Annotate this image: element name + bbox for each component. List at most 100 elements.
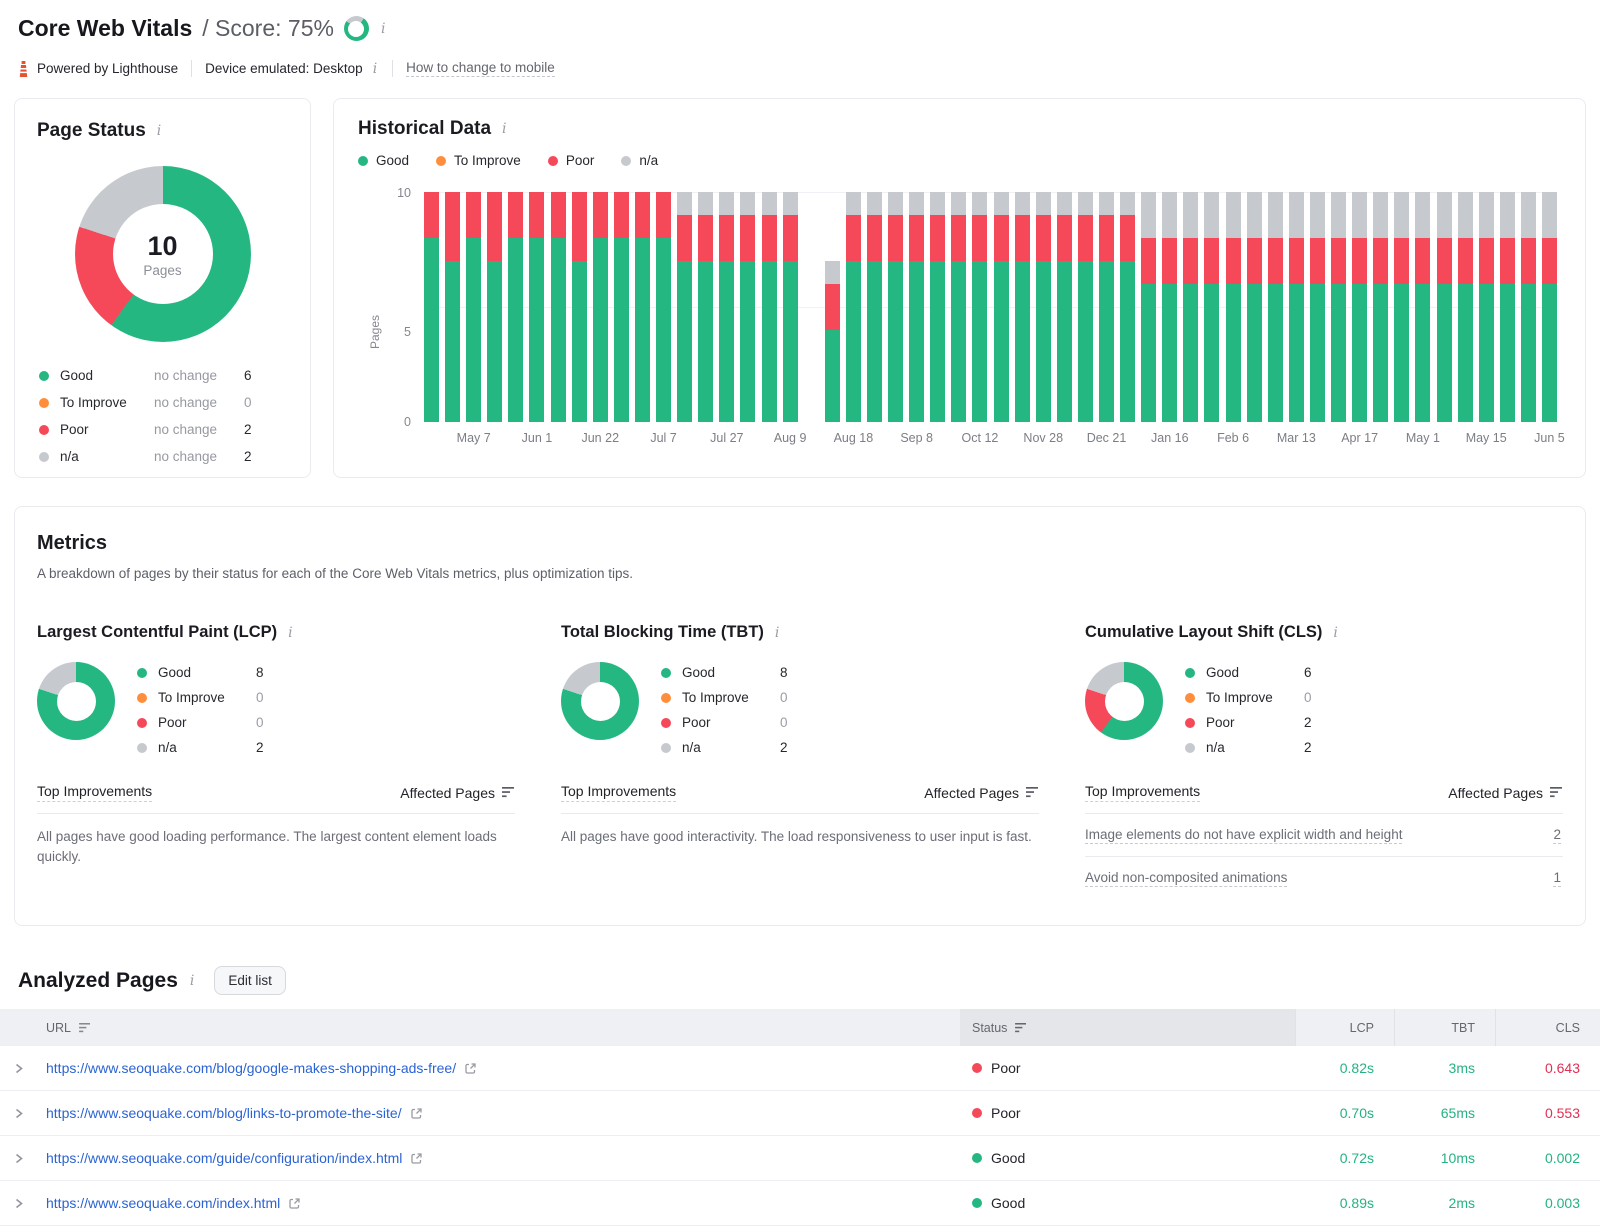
- bar: [1457, 192, 1473, 422]
- poor-segment: [1331, 238, 1347, 284]
- na-segment: [1141, 192, 1157, 238]
- url-cell: https://www.seoquake.com/index.html: [36, 1195, 960, 1211]
- info-icon[interactable]: i: [773, 626, 781, 640]
- info-icon[interactable]: i: [379, 22, 387, 36]
- row-expand-chevron[interactable]: [0, 1197, 36, 1210]
- improvement-link[interactable]: Avoid non-composited animations: [1085, 870, 1288, 887]
- url-cell: https://www.seoquake.com/blog/google-mak…: [36, 1060, 960, 1076]
- row-expand-chevron[interactable]: [0, 1062, 36, 1075]
- bar: Jun 5: [1534, 192, 1565, 445]
- tbt-column-header[interactable]: TBT: [1394, 1009, 1495, 1046]
- poor-segment: [656, 192, 672, 238]
- info-icon[interactable]: i: [286, 626, 294, 640]
- legend-item: n/a 2: [661, 740, 788, 755]
- na-segment: [782, 192, 798, 215]
- improvement-link[interactable]: Image elements do not have explicit widt…: [1085, 827, 1403, 844]
- na-segment: [1035, 192, 1051, 215]
- cls-value: 0.553: [1544, 1105, 1580, 1121]
- good-segment: [1309, 284, 1325, 422]
- status-column-header[interactable]: Status: [960, 1009, 1295, 1046]
- sort-icon: [502, 787, 514, 798]
- page-url-link[interactable]: https://www.seoquake.com/blog/links-to-p…: [46, 1105, 402, 1121]
- info-icon[interactable]: i: [1331, 626, 1339, 640]
- good-segment: [1478, 284, 1494, 422]
- na-segment: [951, 192, 967, 215]
- x-axis-label: May 15: [1465, 431, 1507, 445]
- legend-item: Good no change 6: [39, 368, 286, 383]
- legend-value: 0: [780, 690, 788, 705]
- metric-lcp: Largest Contentful Paint (LCP) i Good 8 To…: [37, 623, 515, 899]
- legend-label: Poor: [1206, 715, 1235, 730]
- bar: Dec 21: [1087, 192, 1126, 445]
- legend-item: To Improve 0: [137, 690, 264, 705]
- page-title: Core Web Vitals: [18, 15, 193, 41]
- affected-pages-count[interactable]: 2: [1553, 827, 1561, 844]
- good-segment: [1246, 284, 1262, 422]
- legend-label: n/a: [1206, 740, 1225, 755]
- legend-label: Good: [376, 153, 410, 168]
- good-segment: [888, 261, 904, 422]
- lcp-value: 0.72s: [1339, 1150, 1374, 1166]
- bar: [930, 192, 946, 422]
- info-icon[interactable]: i: [500, 122, 508, 136]
- page-url-link[interactable]: https://www.seoquake.com/blog/google-mak…: [46, 1060, 456, 1076]
- url-column-header[interactable]: URL: [36, 1021, 960, 1035]
- y-tick-0: 0: [404, 415, 411, 429]
- score-ring-chart: [343, 16, 369, 41]
- poor-dot-icon: [39, 424, 49, 435]
- affected-pages-sort[interactable]: Affected Pages: [400, 785, 515, 801]
- top-improvements-header[interactable]: Top Improvements: [561, 783, 677, 802]
- legend-item: n/a no change 2: [39, 449, 286, 464]
- good-segment: [1352, 284, 1368, 422]
- na-segment: [1077, 192, 1093, 215]
- external-link-icon[interactable]: [410, 1152, 423, 1165]
- external-link-icon[interactable]: [288, 1197, 301, 1210]
- x-axis-label: May 1: [1405, 431, 1440, 445]
- na-dot-icon: [621, 155, 632, 166]
- legend-label: n/a: [639, 153, 659, 168]
- poor-segment: [1499, 238, 1515, 284]
- donut-center: 10 Pages: [75, 166, 251, 342]
- edit-list-button[interactable]: Edit list: [214, 966, 286, 995]
- info-icon[interactable]: i: [188, 974, 196, 988]
- change-to-mobile-link[interactable]: How to change to mobile: [406, 60, 555, 77]
- na-segment: [845, 192, 861, 215]
- good-segment: [1415, 284, 1431, 422]
- page-url-link[interactable]: https://www.seoquake.com/guide/configura…: [46, 1150, 402, 1166]
- chevron-right-icon: [15, 1198, 23, 1208]
- poor-dot-icon: [972, 1063, 982, 1073]
- affected-pages-count[interactable]: 1: [1553, 870, 1561, 887]
- cls-column-header[interactable]: CLS: [1495, 1009, 1600, 1046]
- poor-segment: [698, 215, 714, 261]
- na-segment: [824, 261, 840, 284]
- top-improvements-header[interactable]: Top Improvements: [1085, 783, 1201, 802]
- legend-label: To Improve: [158, 690, 225, 705]
- poor-segment: [1225, 238, 1241, 284]
- external-link-icon[interactable]: [464, 1062, 477, 1075]
- poor-segment: [909, 215, 925, 261]
- legend-item: To Improve 0: [1185, 690, 1312, 705]
- poor-segment: [1436, 238, 1452, 284]
- lcp-value: 0.89s: [1339, 1195, 1374, 1211]
- legend-change: no change: [154, 395, 218, 410]
- affected-pages-sort[interactable]: Affected Pages: [924, 785, 1039, 801]
- info-icon[interactable]: i: [155, 124, 163, 138]
- page-url-link[interactable]: https://www.seoquake.com/index.html: [46, 1195, 280, 1211]
- legend-item: Good 8: [137, 665, 264, 680]
- na-segment: [972, 192, 988, 215]
- affected-pages-sort[interactable]: Affected Pages: [1448, 785, 1563, 801]
- info-icon[interactable]: i: [371, 62, 379, 76]
- bar: [424, 192, 439, 422]
- external-link-icon[interactable]: [410, 1107, 423, 1120]
- row-expand-chevron[interactable]: [0, 1107, 36, 1120]
- row-expand-chevron[interactable]: [0, 1152, 36, 1165]
- poor-segment: [1352, 238, 1368, 284]
- metric-cls-title: Cumulative Layout Shift (CLS): [1085, 623, 1323, 641]
- status-badge: Poor: [960, 1060, 1295, 1076]
- to_improve-dot-icon: [661, 692, 671, 703]
- top-improvements-header[interactable]: Top Improvements: [37, 783, 153, 802]
- lcp-column-header[interactable]: LCP: [1295, 1009, 1394, 1046]
- cls-value: 0.643: [1544, 1060, 1580, 1076]
- poor-segment: [1014, 215, 1030, 261]
- bar: Jan 16: [1151, 192, 1189, 445]
